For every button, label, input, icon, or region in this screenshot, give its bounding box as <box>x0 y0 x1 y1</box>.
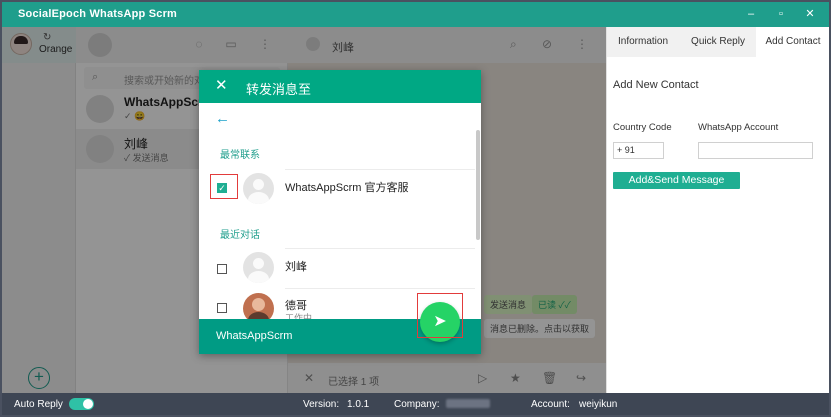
app-window: SocialEpoch WhatsApp Scrm – ▫ ✕ ↻ Orange… <box>0 0 831 417</box>
right-tabs: Information Quick Reply Add Contact <box>607 27 829 57</box>
section-recent: 最近对话 <box>220 230 260 241</box>
tab-quick-reply[interactable]: Quick Reply <box>681 27 755 57</box>
contact-checkbox[interactable] <box>217 264 227 274</box>
dialog-header: ✕ 转发消息至 <box>199 70 481 103</box>
contact-name: 刘峰 <box>285 261 307 273</box>
version-value: 1.0.1 <box>347 399 370 410</box>
tab-information[interactable]: Information <box>607 27 679 57</box>
dialog-title: 转发消息至 <box>246 82 312 97</box>
selected-recipients: WhatsAppScrm <box>216 330 293 342</box>
company-value-redacted <box>446 398 490 409</box>
highlight-box <box>210 174 238 199</box>
tab-add-contact[interactable]: Add Contact <box>756 27 829 57</box>
right-panel: Information Quick Reply Add Contact Add … <box>606 27 829 393</box>
account-value: weiyikun <box>579 399 618 410</box>
contact-checkbox[interactable] <box>217 303 227 313</box>
title-bar: SocialEpoch WhatsApp Scrm – ▫ ✕ <box>2 2 829 27</box>
minimize-button[interactable]: – <box>740 4 762 24</box>
maximize-button[interactable]: ▫ <box>770 4 792 24</box>
forward-dialog: ✕ 转发消息至 ← 最常联系 ✓ WhatsAppScrm 官方客服 最近对话 … <box>199 70 481 354</box>
scrollbar[interactable] <box>476 130 480 240</box>
add-send-message-button[interactable]: Add&Send Message <box>613 172 740 189</box>
back-arrow-icon[interactable]: ← <box>215 110 230 127</box>
country-code-input[interactable]: + 91 <box>613 142 664 159</box>
whatsapp-account-input[interactable] <box>698 142 813 159</box>
company-label: Company: <box>394 399 440 410</box>
divider <box>285 288 475 289</box>
auto-reply-toggle[interactable] <box>69 398 94 410</box>
close-icon[interactable]: ✕ <box>215 78 228 94</box>
app-title: SocialEpoch WhatsApp Scrm <box>18 8 178 20</box>
add-contact-heading: Add New Contact <box>613 79 699 91</box>
whatsapp-account-label: WhatsApp Account <box>698 122 779 133</box>
version-label: Version: <box>303 399 340 410</box>
divider <box>285 248 475 249</box>
auto-reply-label: Auto Reply <box>14 399 63 410</box>
contact-avatar <box>243 173 274 204</box>
status-bar: Auto Reply Version: 1.0.1 Company: Accou… <box>2 393 829 415</box>
close-window-button[interactable]: ✕ <box>799 4 821 24</box>
country-code-label: Country Code <box>613 122 672 133</box>
contact-name: WhatsAppScrm 官方客服 <box>285 182 409 194</box>
highlight-box <box>417 293 463 338</box>
divider <box>285 169 475 170</box>
account-label: Account: <box>531 399 570 410</box>
section-frequent: 最常联系 <box>220 150 260 161</box>
contact-avatar <box>243 252 274 283</box>
